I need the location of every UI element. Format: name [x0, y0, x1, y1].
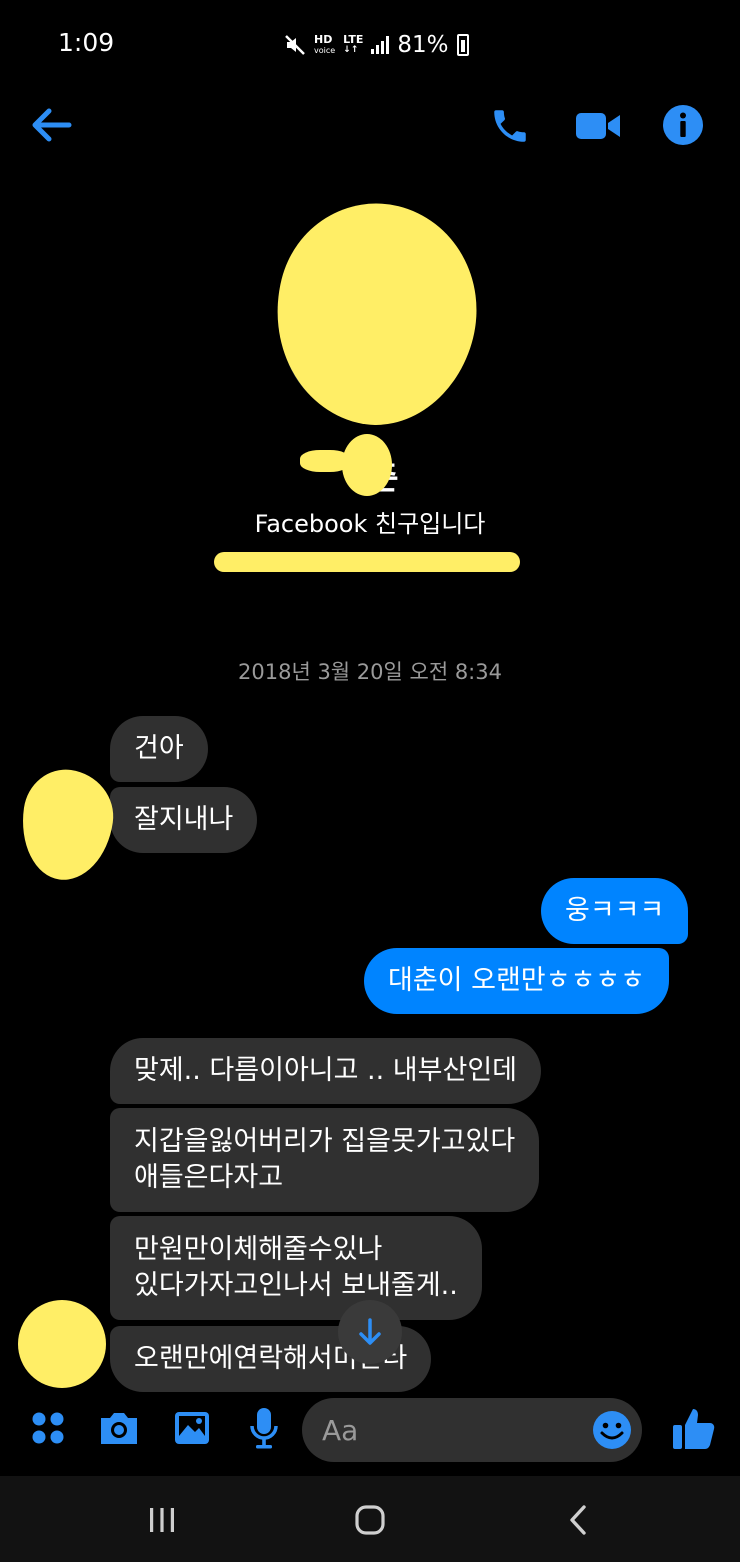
- video-camera-icon: [576, 113, 620, 139]
- sender-avatar[interactable]: [18, 1300, 106, 1388]
- apps-button[interactable]: [26, 1406, 70, 1450]
- contact-profile: ··춘 Facebook 친구입니다: [0, 183, 740, 600]
- arrow-left-icon: [32, 108, 72, 142]
- message-composer: [0, 1392, 740, 1470]
- thumbs-up-icon: [673, 1409, 715, 1449]
- status-time: 1:09: [58, 28, 115, 57]
- mute-icon: [285, 35, 305, 55]
- message-bubble-incoming[interactable]: 잘지내나: [110, 787, 258, 853]
- redaction-mark: [214, 552, 520, 572]
- message-input[interactable]: [322, 1398, 592, 1462]
- message-bubble-outgoing[interactable]: 대춘이 오랜만ㅎㅎㅎㅎ: [364, 948, 669, 1014]
- message-bubble-incoming[interactable]: 지갑을잃어버리가 집을못가고있다 애들은다자고: [110, 1108, 540, 1212]
- apps-icon: [32, 1412, 64, 1444]
- system-navigation-bar: [0, 1476, 740, 1562]
- sender-avatar[interactable]: [14, 764, 120, 886]
- system-back-button[interactable]: [558, 1498, 598, 1542]
- status-indicators: HD voice LTE ↓↑ 81%: [284, 30, 469, 60]
- microphone-icon: [250, 1408, 278, 1449]
- arrow-down-icon: [359, 1318, 381, 1345]
- signal-icon: [371, 36, 390, 54]
- home-button[interactable]: [348, 1498, 392, 1542]
- hd-label: HD: [314, 33, 333, 46]
- voice-message-button[interactable]: [244, 1404, 284, 1452]
- scroll-to-bottom-button[interactable]: [338, 1300, 402, 1364]
- conversation-header: [0, 90, 740, 160]
- call-button[interactable]: [486, 102, 534, 150]
- phone-icon: [494, 110, 526, 142]
- back-button[interactable]: [26, 102, 76, 148]
- camera-button[interactable]: [96, 1406, 142, 1450]
- battery-icon: [456, 34, 469, 56]
- recent-apps-icon: [150, 1508, 174, 1532]
- redaction-mark: [252, 183, 500, 445]
- gallery-button[interactable]: [170, 1406, 214, 1450]
- contact-subtitle: Facebook 친구입니다: [254, 510, 486, 538]
- message-bubble-incoming[interactable]: 건아: [110, 716, 208, 782]
- camera-icon: [101, 1413, 137, 1444]
- info-button[interactable]: [660, 102, 706, 148]
- lte-indicator: LTE ↓↑: [343, 34, 363, 56]
- like-button[interactable]: [668, 1402, 718, 1454]
- chevron-left-icon: [570, 1505, 586, 1535]
- home-icon: [355, 1505, 385, 1535]
- voice-label: voice: [314, 46, 336, 55]
- lte-arrows-icon: ↓↑: [343, 45, 359, 55]
- message-bubble-incoming[interactable]: 만원만이체해줄수있나 있다가자고인나서 보내줄게..: [110, 1216, 482, 1320]
- message-input-field[interactable]: [302, 1398, 642, 1462]
- image-icon: [175, 1412, 209, 1444]
- emoji-button[interactable]: [588, 1406, 636, 1454]
- video-call-button[interactable]: [572, 102, 624, 150]
- status-bar: 1:09 HD voice LTE ↓↑ 81%: [0, 0, 740, 90]
- message-bubble-outgoing[interactable]: 웅ㅋㅋㅋ: [541, 878, 689, 944]
- lte-label: LTE: [343, 33, 364, 46]
- hd-voice-indicator: HD voice: [314, 34, 335, 56]
- message-bubble-incoming[interactable]: 맞제.. 다름이아니고 .. 내부산인데: [110, 1038, 541, 1104]
- message-timestamp: 2018년 3월 20일 오전 8:34: [238, 660, 502, 684]
- battery-percent: 81%: [397, 32, 449, 58]
- recent-apps-button[interactable]: [142, 1498, 182, 1542]
- redaction-mark: [342, 434, 392, 496]
- emoji-icon: [593, 1411, 631, 1449]
- info-icon: [663, 105, 703, 145]
